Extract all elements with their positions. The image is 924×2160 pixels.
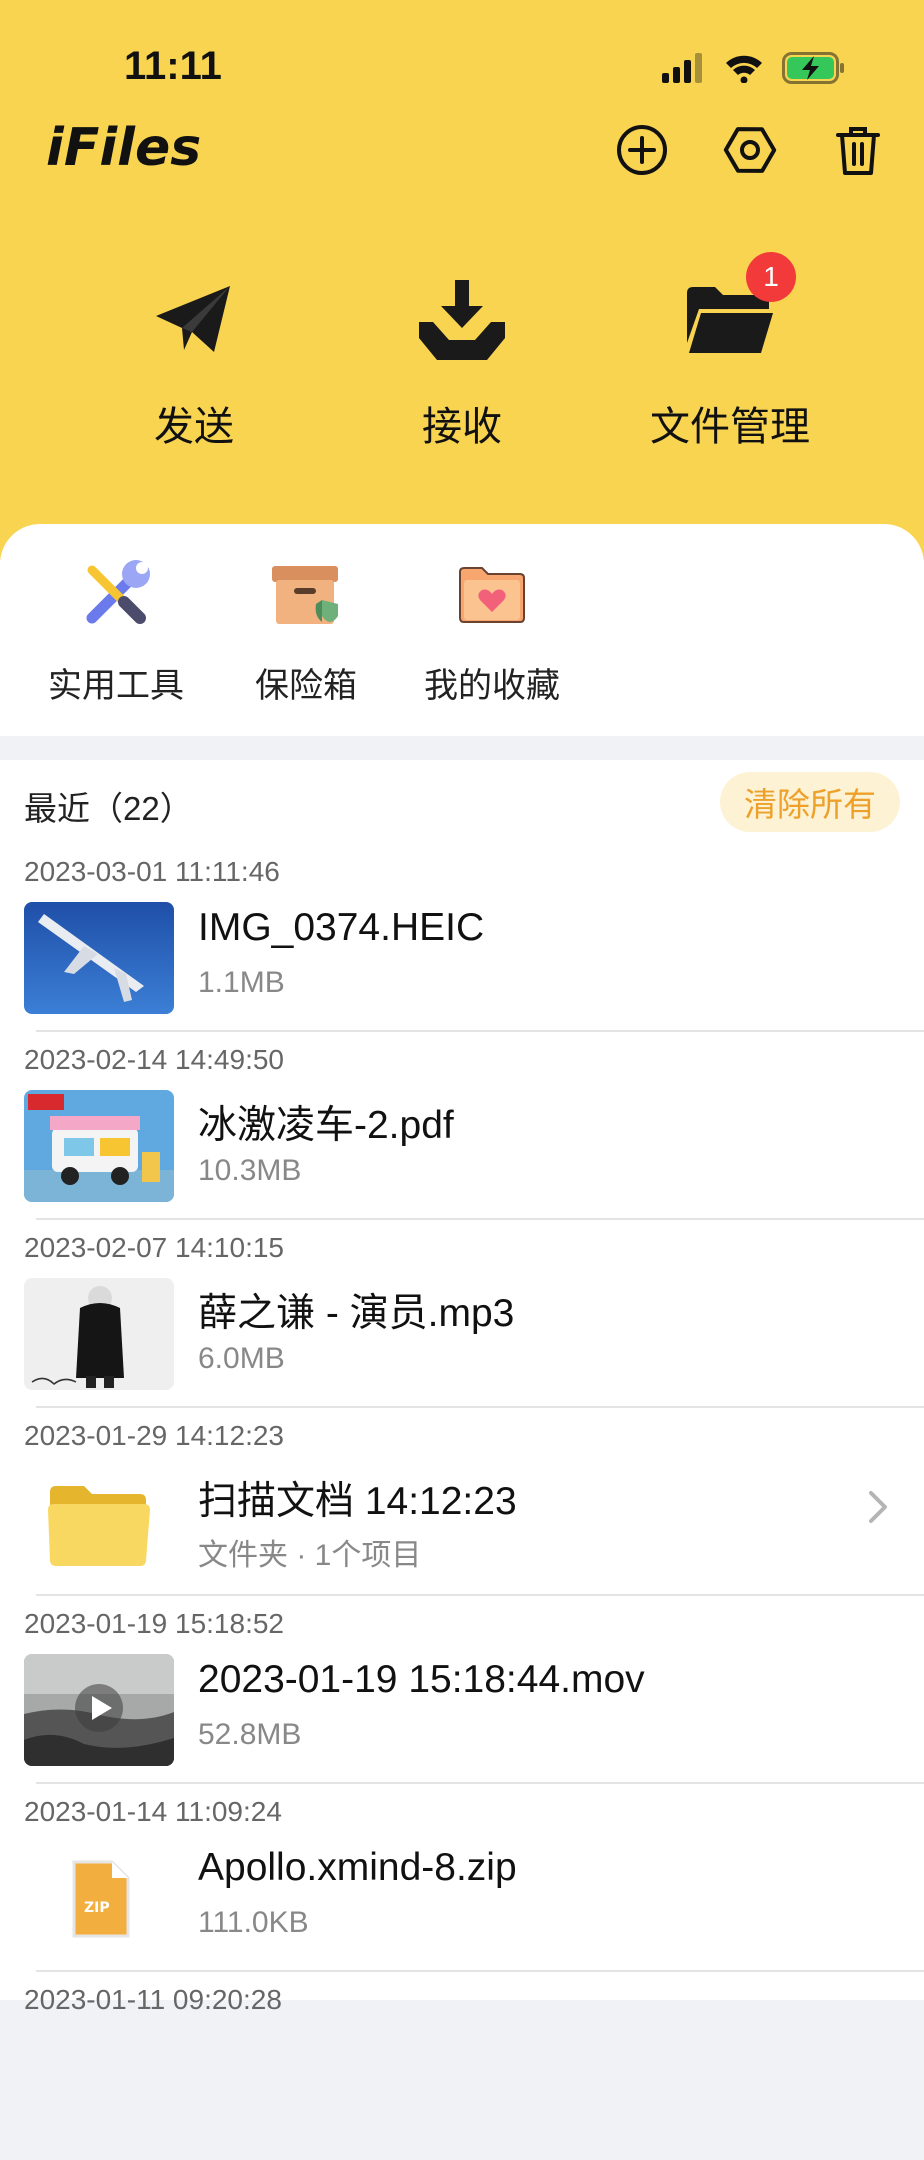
- recent-title: 最近（22）: [24, 790, 193, 827]
- notification-badge: 1: [746, 252, 796, 302]
- zip-file-icon: ZIP: [72, 1860, 130, 1938]
- svg-text:ZIP: ZIP: [84, 1900, 110, 1916]
- folder-thumbnail-icon: [48, 1486, 150, 1566]
- action-label: 接收: [422, 405, 502, 449]
- recent-item[interactable]: 2023-02-07 14:10:15 薛之谦 - 演员.mp3 6.0MB: [0, 1220, 924, 1408]
- hexagon-gear-icon[interactable]: [722, 122, 778, 178]
- item-name: 扫描文档 14:12:23: [198, 1480, 517, 1523]
- recent-item[interactable]: 2023-01-14 11:09:24 ZIP Apollo.xmind-8.z…: [0, 1784, 924, 1972]
- tool-label: 我的收藏: [424, 667, 560, 705]
- recent-section: 最近（22） 清除所有 2023-03-01 11:11:46 IMG_0374…: [0, 760, 924, 2015]
- download-tray-icon: [419, 280, 505, 360]
- recent-item[interactable]: 2023-03-01 11:11:46 IMG_0374.HEIC 1.1MB: [0, 844, 924, 1032]
- item-meta: 1.1MB: [198, 966, 285, 999]
- tool-label: 保险箱: [255, 667, 357, 705]
- status-bar-icons: [662, 50, 846, 86]
- item-meta: 10.3MB: [198, 1154, 302, 1187]
- recent-item[interactable]: 2023-02-14 14:49:50 冰激凌车-2.pdf 10.3MB: [0, 1032, 924, 1220]
- cellular-signal-icon: [662, 53, 702, 83]
- tool-utilities[interactable]: 实用工具: [44, 556, 188, 707]
- header: 11:11 iFiles 发送 接收 1 文件管理: [0, 0, 924, 560]
- pdf-thumbnail: [24, 1090, 174, 1202]
- clear-all-button[interactable]: 清除所有: [720, 772, 900, 832]
- wrench-screwdriver-icon: [86, 560, 150, 624]
- item-meta: 6.0MB: [198, 1342, 285, 1375]
- tool-label: 实用工具: [48, 667, 184, 705]
- app-title: iFiles: [46, 118, 202, 178]
- heart-folder-icon: [459, 567, 525, 623]
- item-meta: 111.0KB: [198, 1906, 309, 1939]
- recent-item[interactable]: 2023-01-19 15:18:52 2023-01-19 15:18:44.…: [0, 1596, 924, 1784]
- action-label: 发送: [154, 405, 234, 449]
- recent-item[interactable]: 2023-01-11 09:20:28: [0, 1972, 924, 2160]
- audio-album-thumbnail: [24, 1278, 174, 1390]
- action-send[interactable]: 发送: [84, 270, 304, 452]
- item-name: 2023-01-19 15:18:44.mov: [198, 1658, 645, 1701]
- video-thumbnail: [24, 1654, 174, 1766]
- action-file-manager[interactable]: 1 文件管理: [620, 252, 840, 452]
- tool-favorites[interactable]: 我的收藏: [420, 556, 564, 707]
- item-timestamp: 2023-02-07 14:10:15: [24, 1232, 284, 1263]
- plus-circle-icon[interactable]: [614, 122, 670, 178]
- wifi-icon: [726, 55, 762, 83]
- item-timestamp: 2023-01-11 09:20:28: [24, 1984, 282, 2015]
- item-name: 薛之谦 - 演员.mp3: [198, 1292, 515, 1335]
- item-timestamp: 2023-03-01 11:11:46: [24, 856, 280, 887]
- trash-icon[interactable]: [830, 122, 886, 178]
- item-timestamp: 2023-01-19 15:18:52: [24, 1608, 284, 1639]
- item-name: Apollo.xmind-8.zip: [198, 1846, 517, 1889]
- chevron-right-icon: [869, 1491, 887, 1523]
- item-meta: 52.8MB: [198, 1718, 302, 1751]
- action-label: 文件管理: [650, 405, 810, 449]
- item-meta: 文件夹 · 1个项目: [198, 1539, 422, 1572]
- tools-card: 实用工具 保险箱 我的收藏: [0, 524, 924, 736]
- action-receive[interactable]: 接收: [352, 270, 572, 452]
- tool-safe-box[interactable]: 保险箱: [248, 556, 364, 707]
- image-thumbnail: [24, 902, 174, 1014]
- safe-box-icon: [272, 566, 338, 624]
- item-timestamp: 2023-01-14 11:09:24: [24, 1796, 282, 1827]
- battery-charging-icon: [782, 52, 844, 84]
- item-timestamp: 2023-02-14 14:49:50: [24, 1044, 284, 1075]
- paper-plane-icon: [156, 286, 230, 352]
- item-name: IMG_0374.HEIC: [198, 906, 485, 949]
- recent-item[interactable]: 2023-01-29 14:12:23 扫描文档 14:12:23 文件夹 · …: [0, 1408, 924, 1596]
- item-name: 冰激凌车-2.pdf: [198, 1104, 454, 1147]
- status-time: 11:11: [124, 44, 222, 88]
- item-timestamp: 2023-01-29 14:12:23: [24, 1420, 284, 1451]
